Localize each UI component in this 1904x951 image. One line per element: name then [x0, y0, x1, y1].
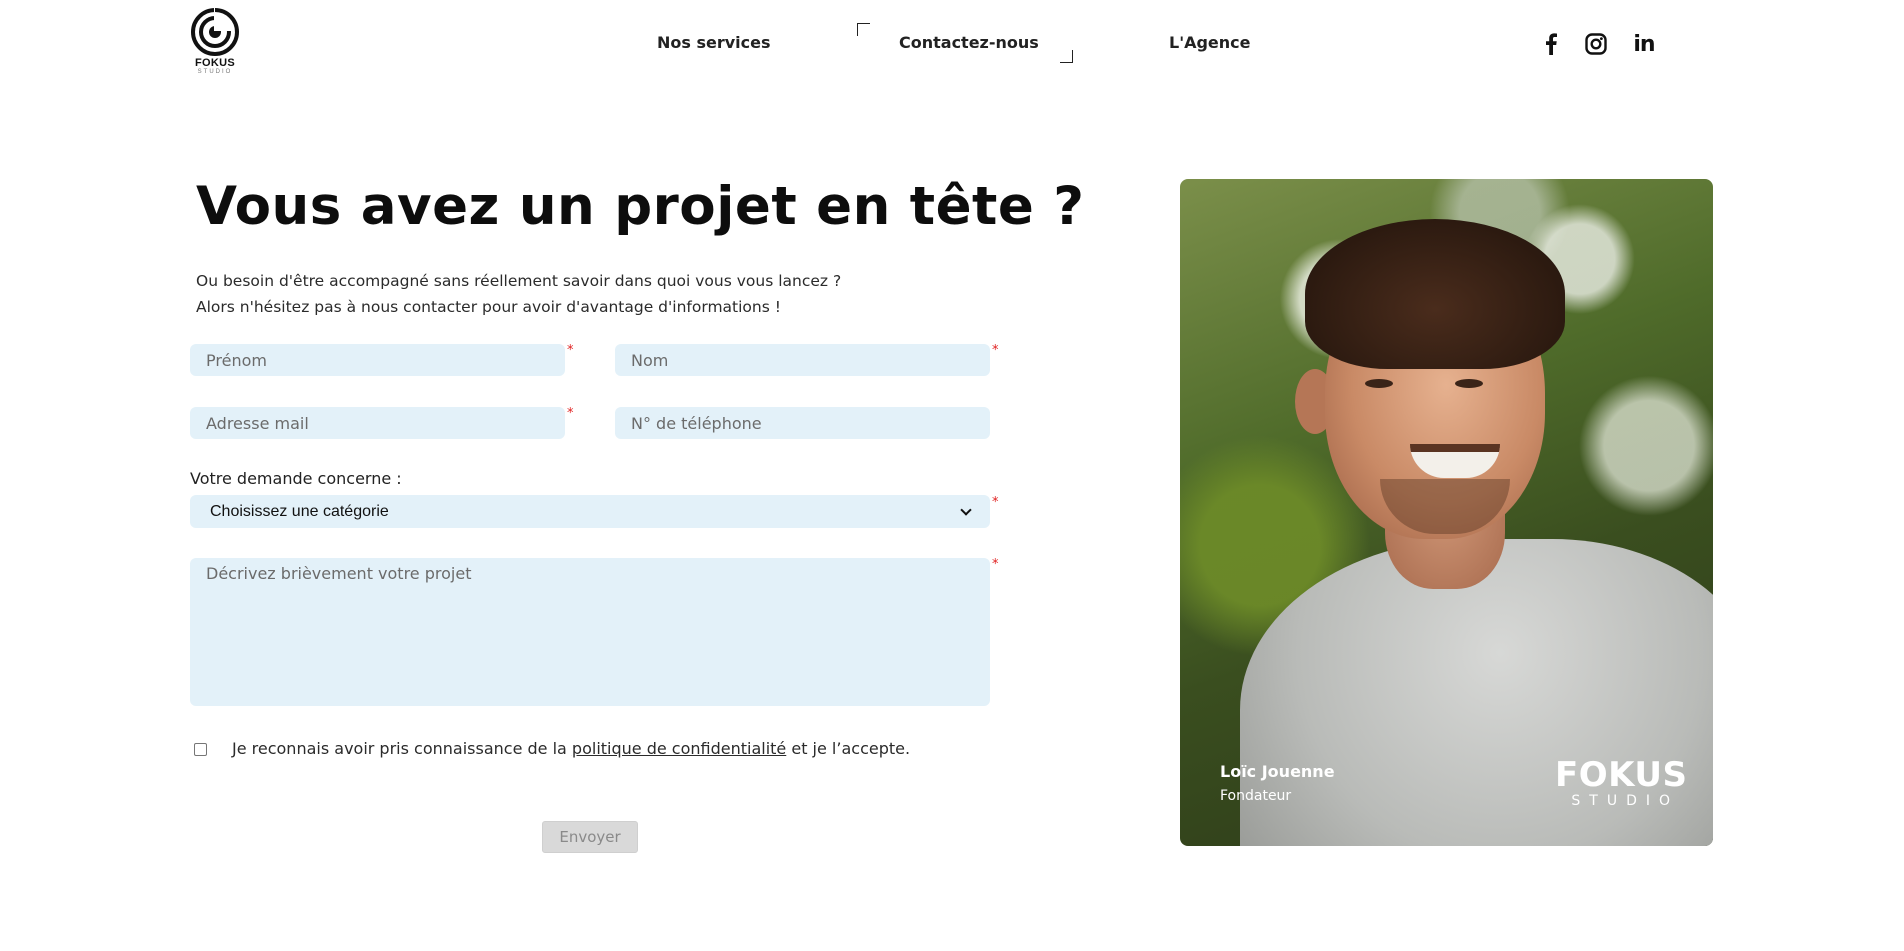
category-select[interactable]: Choisissez une catégorie — [190, 495, 990, 528]
email-input[interactable] — [190, 407, 565, 439]
submit-button[interactable]: Envoyer — [542, 821, 638, 853]
intro-line-1: Ou besoin d'être accompagné sans réellem… — [196, 272, 842, 290]
required-marker: * — [992, 495, 999, 510]
category-select-value: Choisissez une catégorie — [210, 502, 389, 520]
phone-input[interactable] — [615, 407, 990, 439]
consent-text-before: Je reconnais avoir pris connaissance de … — [232, 739, 572, 758]
photo-hair-shape — [1305, 219, 1565, 369]
nav-l-agence[interactable]: L'Agence — [1169, 33, 1251, 52]
privacy-policy-link[interactable]: politique de confidentialité — [572, 739, 786, 758]
instagram-link[interactable] — [1582, 30, 1610, 58]
chevron-down-icon — [960, 503, 972, 516]
photo-eye-shape — [1455, 379, 1483, 388]
consent-text-after: et je l’accepte. — [786, 739, 911, 758]
prenom-input[interactable] — [190, 344, 565, 376]
nav-contactez-nous[interactable]: Contactez-nous — [899, 33, 1039, 52]
consent-text: Je reconnais avoir pris connaissance de … — [232, 739, 910, 758]
photo-eye-shape — [1365, 379, 1393, 388]
photo-brand-logo: FOKUS STUDIO — [1555, 757, 1687, 809]
project-description-textarea[interactable] — [190, 558, 990, 706]
required-marker: * — [567, 406, 574, 421]
instagram-icon — [1585, 33, 1607, 55]
required-marker: * — [992, 557, 999, 572]
nav-nos-services[interactable]: Nos services — [657, 33, 771, 52]
nav-active-bracket-bottom-right — [1060, 50, 1073, 63]
consent-checkbox[interactable] — [194, 743, 207, 756]
required-marker: * — [992, 343, 999, 358]
intro-text: Ou besoin d'être accompagné sans réellem… — [196, 268, 841, 320]
facebook-icon — [1546, 33, 1557, 55]
logo[interactable]: FOKUS STUDIO — [188, 7, 242, 77]
founder-photo: Loïc Jouenne Fondateur FOKUS STUDIO — [1180, 179, 1713, 846]
nav-active-bracket-top-left — [857, 23, 870, 36]
logo-text: FOKUS — [195, 57, 235, 69]
photo-brand-main: FOKUS — [1555, 755, 1688, 795]
nom-input[interactable] — [615, 344, 990, 376]
fokus-logo-icon — [191, 7, 240, 56]
category-select-label: Votre demande concerne : — [190, 469, 402, 488]
intro-line-2: Alors n'hésitez pas à nous contacter pou… — [196, 298, 781, 316]
founder-role: Fondateur — [1220, 788, 1292, 804]
linkedin-icon: in — [1633, 31, 1655, 57]
logo-subtext: STUDIO — [197, 69, 233, 75]
page-title: Vous avez un projet en tête ? — [196, 176, 1085, 237]
linkedin-link[interactable]: in — [1630, 30, 1658, 58]
required-marker: * — [567, 343, 574, 358]
facebook-link[interactable] — [1537, 30, 1565, 58]
founder-name: Loïc Jouenne — [1220, 762, 1335, 781]
photo-brand-sub: STUDIO — [1571, 793, 1680, 809]
